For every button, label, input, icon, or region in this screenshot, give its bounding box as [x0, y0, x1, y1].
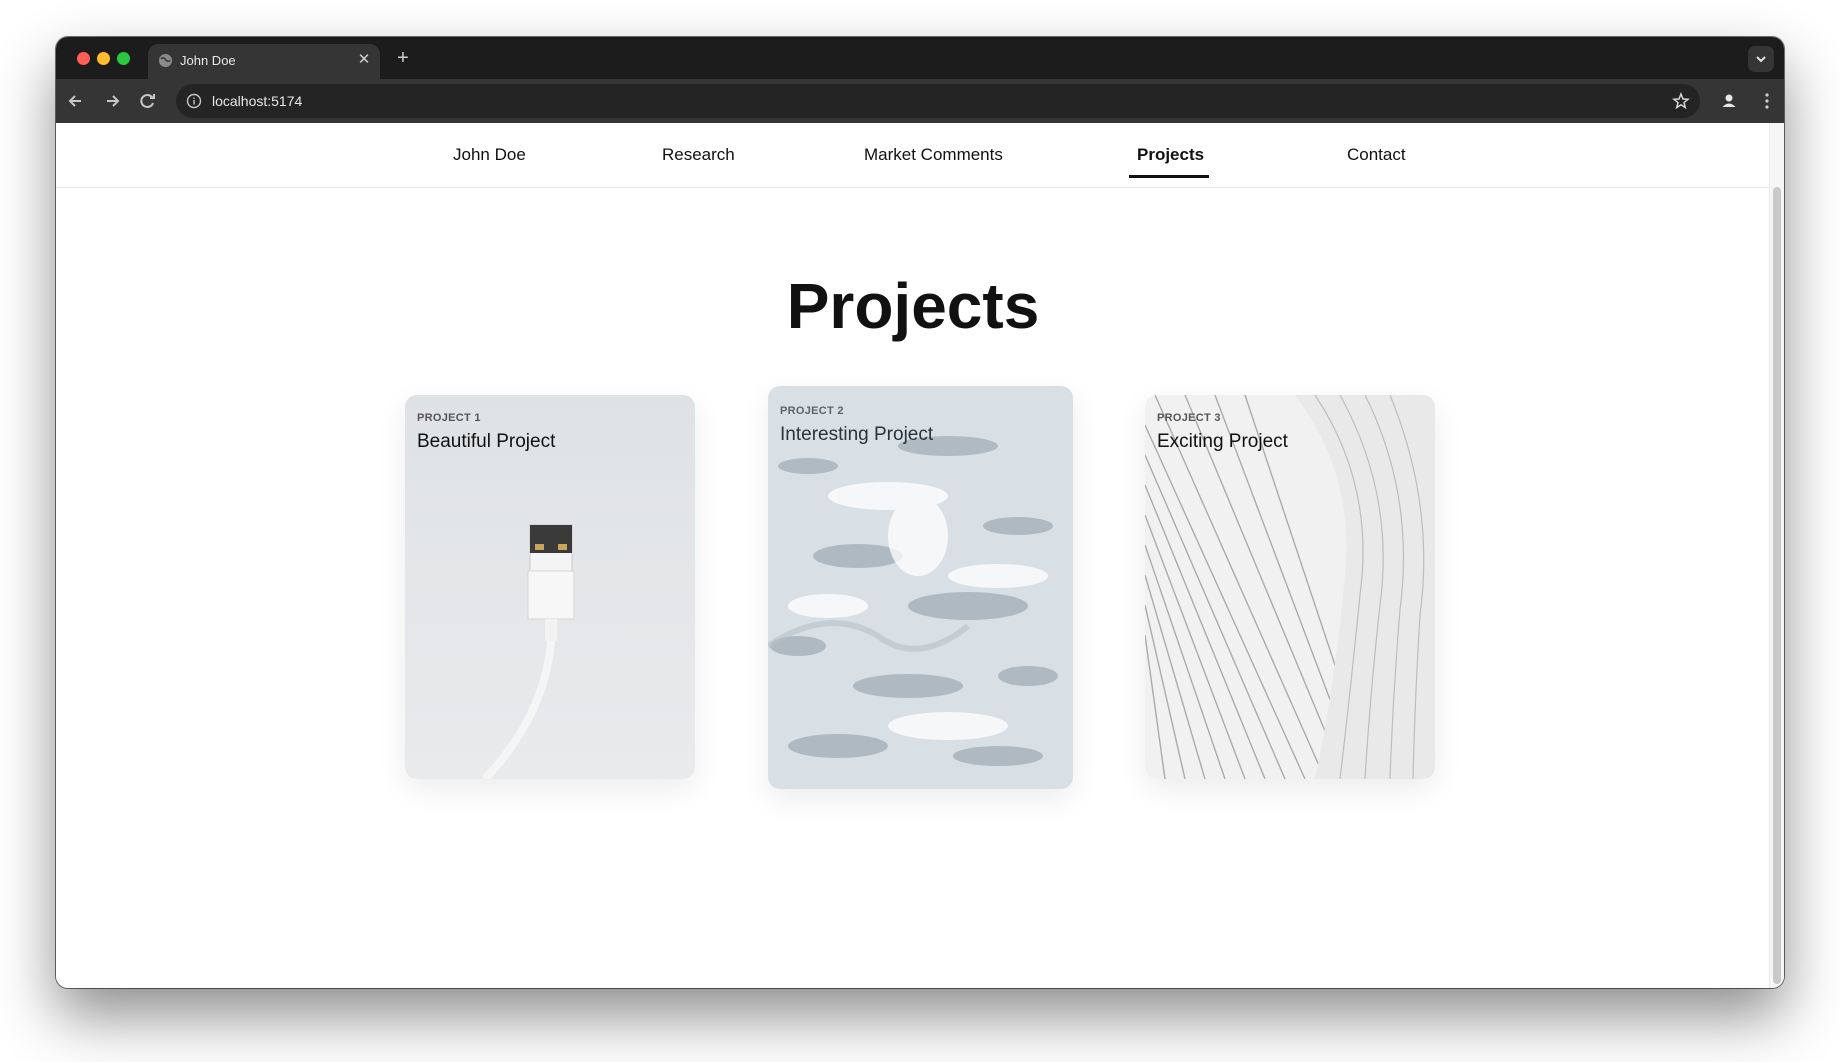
- scrollbar-thumb[interactable]: [1773, 187, 1781, 984]
- nav-link-projects[interactable]: Projects: [1137, 145, 1204, 165]
- site-info-icon[interactable]: [186, 93, 202, 109]
- browser-window: John Doe ✕ + localhost:5174 John Doe Res…: [56, 37, 1784, 988]
- project-kicker: PROJECT 1: [417, 412, 481, 424]
- new-tab-icon[interactable]: +: [392, 47, 414, 69]
- tab-search-button[interactable]: [1748, 46, 1774, 72]
- maximize-window-button[interactable]: [117, 52, 130, 65]
- nav-link-market-comments[interactable]: Market Comments: [864, 145, 1003, 165]
- globe-icon: [158, 53, 173, 68]
- nav-link-contact[interactable]: Contact: [1347, 145, 1406, 165]
- project-title: Interesting Project: [780, 424, 934, 445]
- close-window-button[interactable]: [77, 52, 90, 65]
- project-kicker: PROJECT 2: [780, 405, 844, 417]
- browser-toolbar: localhost:5174: [56, 79, 1784, 123]
- address-bar[interactable]: localhost:5174: [176, 84, 1700, 118]
- page-title: Projects: [786, 270, 1040, 342]
- project-kicker: PROJECT 3: [1157, 412, 1221, 424]
- back-icon[interactable]: [65, 90, 87, 112]
- nav-link-john-doe[interactable]: John Doe: [453, 145, 526, 165]
- more-options-icon[interactable]: [1756, 90, 1778, 112]
- project-card-3[interactable]: PROJECT 3 Exciting Project: [1145, 395, 1435, 779]
- nav-link-research[interactable]: Research: [662, 145, 735, 165]
- forward-icon[interactable]: [101, 90, 123, 112]
- browser-tab[interactable]: John Doe ✕: [148, 44, 380, 79]
- reload-icon[interactable]: [137, 90, 159, 112]
- scrollbar[interactable]: [1769, 123, 1784, 988]
- minimize-window-button[interactable]: [97, 52, 110, 65]
- project-title: Beautiful Project: [417, 431, 556, 452]
- close-tab-icon[interactable]: ✕: [356, 52, 372, 68]
- site-nav: John Doe Research Market Comments Projec…: [56, 123, 1770, 188]
- tab-bar: John Doe ✕ +: [56, 37, 1784, 79]
- project-card-2[interactable]: PROJECT 2 Interesting Project: [768, 386, 1073, 789]
- url-text: localhost:5174: [212, 93, 303, 109]
- project-card-1[interactable]: PROJECT 1 Beautiful Project: [405, 395, 695, 779]
- profile-icon[interactable]: [1718, 90, 1740, 112]
- page-content: John Doe Research Market Comments Projec…: [56, 123, 1784, 988]
- tab-title: John Doe: [180, 53, 236, 68]
- active-nav-underline: [1129, 175, 1209, 178]
- bookmark-star-icon[interactable]: [1672, 92, 1690, 110]
- ocean-waves-photo: [768, 386, 1073, 789]
- chevron-down-icon: [1756, 56, 1766, 63]
- project-title: Exciting Project: [1157, 431, 1288, 452]
